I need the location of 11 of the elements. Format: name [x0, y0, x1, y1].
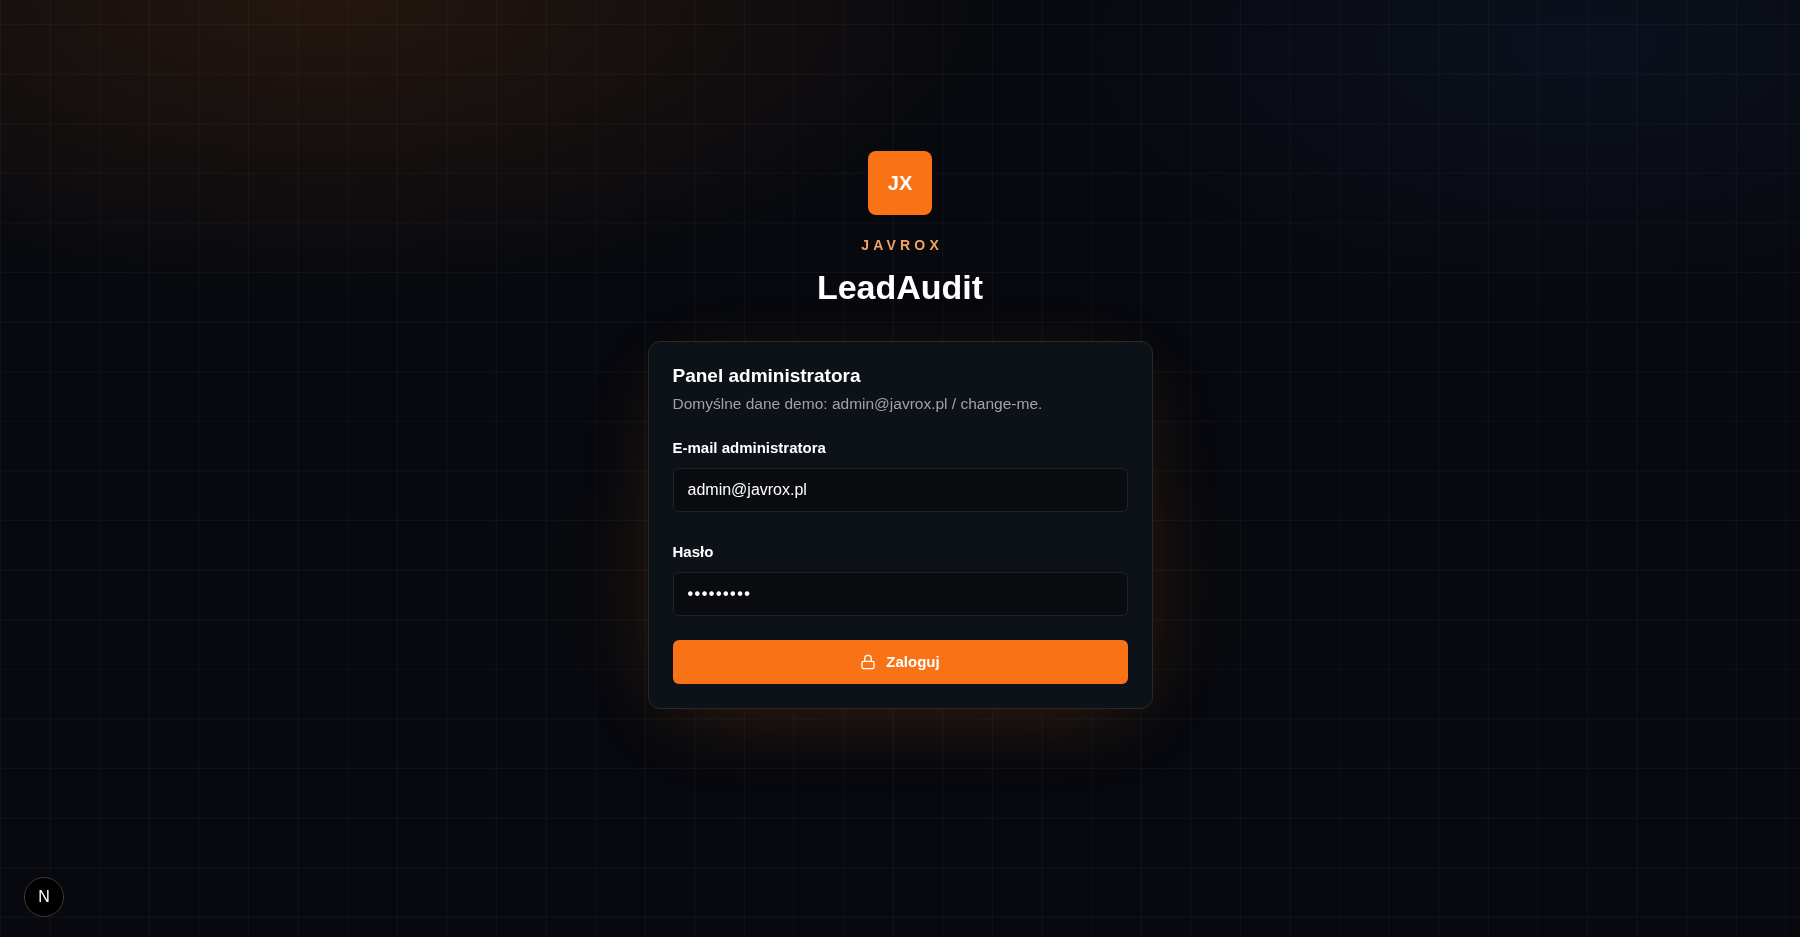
password-field[interactable]: ••••••••• — [672, 572, 1128, 616]
brand-logo: JX — [868, 151, 932, 215]
dev-indicator-button[interactable]: N — [24, 877, 64, 917]
lock-icon — [860, 654, 877, 670]
brand-name: JAVROX — [860, 236, 943, 255]
card-subtitle: Domyślne dane demo: admin@javrox.pl / change-me. — [672, 394, 1043, 414]
email-field[interactable]: admin@javrox.pl — [672, 468, 1128, 512]
field-label: E-mail administratora — [672, 438, 826, 458]
card-title: Panel administratora — [672, 364, 861, 388]
field-label: Hasło — [672, 542, 714, 562]
app-title: LeadAudit — [816, 267, 984, 307]
